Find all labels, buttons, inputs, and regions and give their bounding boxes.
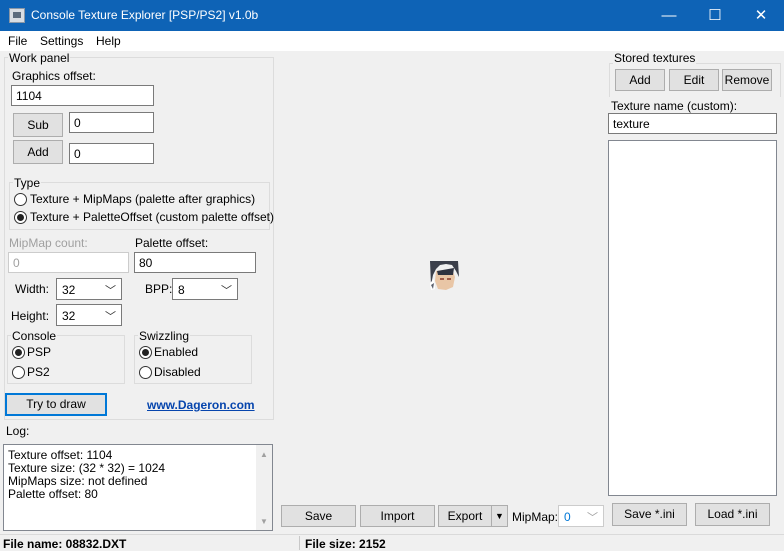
palette-offset-field[interactable]: 80 [134,252,256,273]
status-bar: File name: 08832.DXT File size: 2152 [0,534,784,551]
close-button[interactable]: ✕ [738,0,784,31]
height-label: Height: [11,309,50,323]
save-ini-button[interactable]: Save *.ini [612,503,687,526]
texture-preview [428,259,460,291]
menu-settings[interactable]: Settings [40,34,83,48]
bpp-label: BPP: [145,282,173,296]
texture-name-field[interactable]: texture [608,113,777,134]
work-panel-title: Work panel [8,51,71,65]
menu-bar: File Settings Help [0,31,784,51]
swizzling-disabled-label: Disabled [154,365,201,379]
log-textbox[interactable]: Texture offset: 1104 Texture size: (32 *… [3,444,273,531]
swizzling-enabled-radio[interactable] [139,346,152,359]
save-button[interactable]: Save [281,505,356,527]
console-psp-radio[interactable] [12,346,25,359]
mipmap-select-value: 0 [564,510,571,524]
file-name-status: File name: 08832.DXT [3,537,127,551]
log-label: Log: [6,424,30,438]
console-ps2-label: PS2 [27,365,50,379]
add-button[interactable]: Add [13,140,63,164]
log-line: Palette offset: 80 [8,487,98,501]
export-dropdown-button[interactable]: ▼ [491,505,508,527]
chevron-down-icon: ﹀ [105,311,116,323]
type-mipmaps-radio[interactable] [14,193,27,206]
graphics-offset-label: Graphics offset: [12,69,96,83]
scroll-down-icon[interactable]: ▼ [260,517,268,526]
stored-edit-button[interactable]: Edit [669,69,719,91]
type-palette-offset-radio[interactable] [14,211,27,224]
sub-value-field[interactable]: 0 [69,112,154,133]
bpp-select-value: 8 [178,283,185,297]
export-button[interactable]: Export [438,505,492,527]
palette-offset-label: Palette offset: [135,236,209,250]
swizzling-disabled-radio[interactable] [139,366,152,379]
swizzling-enabled-label: Enabled [154,345,199,359]
try-to-draw-button[interactable]: Try to draw [5,393,107,416]
add-value-field[interactable]: 0 [69,143,154,164]
width-select[interactable]: 32 ﹀ [56,278,122,300]
width-select-value: 32 [62,283,76,297]
menu-file[interactable]: File [8,34,27,48]
log-scrollbar[interactable]: ▲ ▼ [256,445,272,530]
mipmap-select[interactable]: 0 ﹀ [558,505,604,527]
load-ini-button[interactable]: Load *.ini [695,503,770,526]
file-size-status: File size: 2152 [305,537,386,551]
menu-help[interactable]: Help [96,34,121,48]
mipmap-count-label: MipMap count: [9,236,88,250]
stored-remove-button[interactable]: Remove [722,69,772,91]
height-select[interactable]: 32 ﹀ [56,304,122,326]
title-bar: Console Texture Explorer [PSP/PS2] v1.0b… [0,0,784,31]
texture-preview-image [428,259,460,291]
console-psp-label: PSP [27,345,52,359]
caret-down-icon: ▼ [495,511,504,521]
chevron-down-icon: ﹀ [105,285,116,297]
texture-name-label: Texture name (custom): [611,99,738,113]
maximize-button[interactable]: ☐ [692,0,738,31]
width-label: Width: [15,282,50,296]
swizzling-group-title: Swizzling [138,329,191,343]
import-button[interactable]: Import [360,505,435,527]
app-icon [9,8,25,23]
stored-textures-title: Stored textures [613,51,697,65]
type-palette-offset-label: Texture + PaletteOffset (custom palette … [30,210,275,224]
status-divider [299,536,300,550]
scroll-up-icon[interactable]: ▲ [260,450,268,459]
website-link[interactable]: www.Dageron.com [147,398,255,412]
mipmap-label: MipMap: [512,510,559,524]
bpp-select[interactable]: 8 ﹀ [172,278,238,300]
chevron-down-icon: ﹀ [587,512,598,524]
type-mipmaps-label: Texture + MipMaps (palette after graphic… [30,192,256,206]
console-group-title: Console [11,329,58,343]
mipmap-count-field[interactable]: 0 [8,252,129,273]
minimize-button[interactable]: — [646,0,692,31]
chevron-down-icon: ﹀ [221,285,232,297]
height-select-value: 32 [62,309,76,323]
console-ps2-radio[interactable] [12,366,25,379]
window-title: Console Texture Explorer [PSP/PS2] v1.0b [31,8,259,22]
stored-textures-list[interactable] [608,140,777,496]
stored-add-button[interactable]: Add [615,69,665,91]
sub-button[interactable]: Sub [13,113,63,137]
type-group-title: Type [13,176,42,190]
graphics-offset-field[interactable]: 1104 [11,85,154,106]
